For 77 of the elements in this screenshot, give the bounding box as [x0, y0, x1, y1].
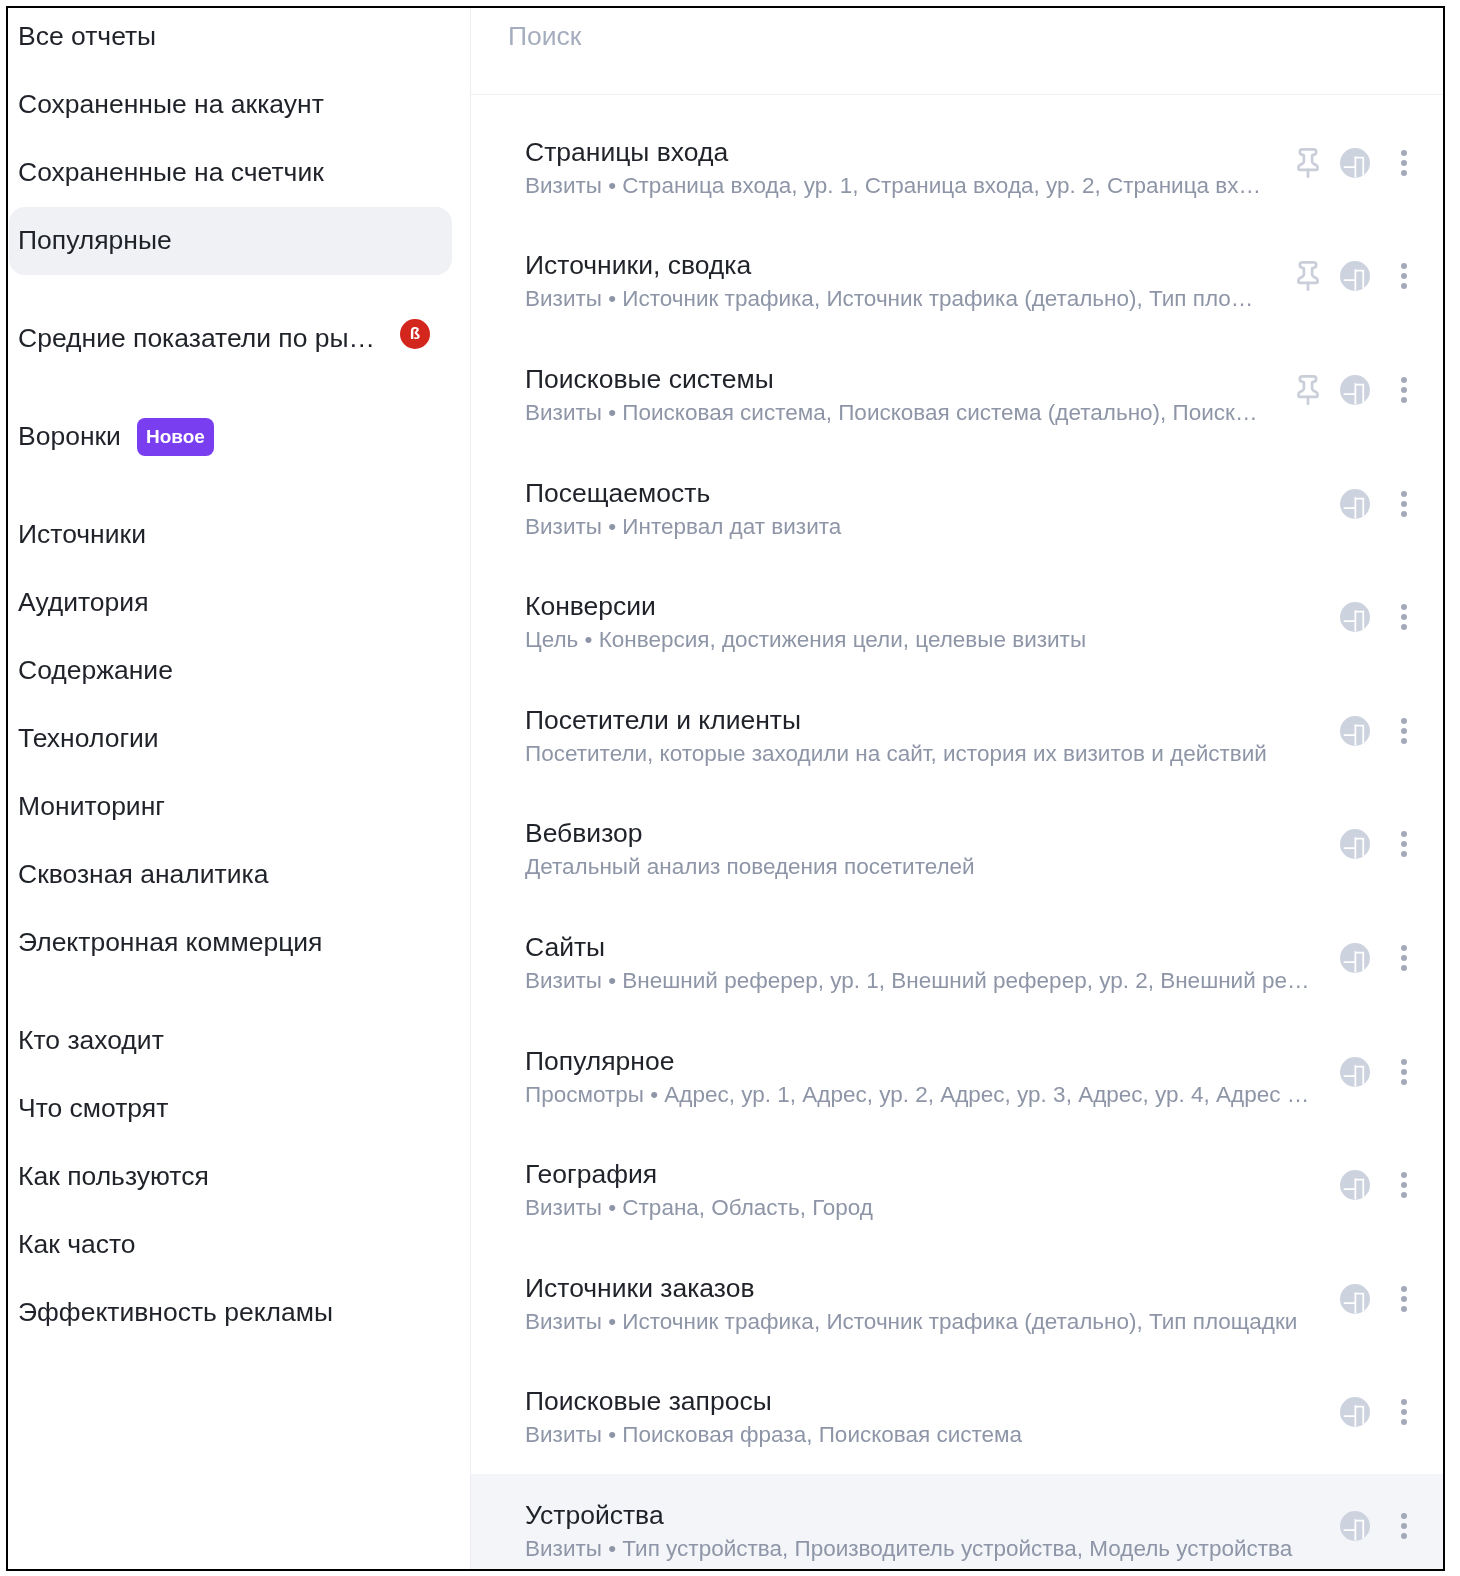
more-vertical-icon[interactable]	[1401, 490, 1407, 517]
report-title: Устройства	[525, 1498, 664, 1531]
chart-icon[interactable]	[1340, 1056, 1370, 1087]
more-vertical-icon[interactable]	[1401, 604, 1407, 631]
report-description: Визиты • Поисковая система, Поисковая система (детально), Поиск…	[525, 399, 1258, 427]
more-vertical-icon[interactable]	[1401, 263, 1407, 290]
more-vertical-icon[interactable]	[1401, 1172, 1407, 1199]
chart-icon[interactable]	[1340, 1510, 1370, 1541]
search-field[interactable]: Поиск	[508, 8, 1423, 64]
chart-icon[interactable]	[1340, 715, 1370, 746]
chart-icon[interactable]	[1340, 942, 1370, 973]
report-title: Страницы входа	[525, 135, 729, 168]
report-description: Цель • Конверсия, достижения цели, целевые визиты	[525, 626, 1087, 655]
more-vertical-icon[interactable]	[1401, 1058, 1407, 1085]
sidebar-item[interactable]: Воронки Новое	[9, 403, 452, 471]
report-title: Вебвизор	[525, 817, 643, 850]
sidebar-item[interactable]: Источники	[9, 501, 452, 569]
sidebar-item[interactable]: Как часто	[9, 1211, 452, 1279]
chart-icon[interactable]	[1340, 1283, 1370, 1314]
pin-icon[interactable]	[1294, 261, 1322, 292]
sidebar-item[interactable]: Технологии	[9, 705, 452, 773]
report-description: Посетители, которые заходили на сайт, история их визитов и действий	[525, 739, 1267, 768]
report-title: Популярное	[525, 1044, 675, 1077]
sidebar-item[interactable]: Как пользуются	[9, 1143, 452, 1211]
report-title: Сайты	[525, 930, 606, 963]
report-description: Визиты • Интервал дат визита	[525, 512, 842, 541]
sidebar-item[interactable]: Электронная коммерция	[9, 909, 452, 977]
sidebar-item[interactable]: Аудитория	[9, 569, 452, 637]
more-vertical-icon[interactable]	[1401, 944, 1407, 971]
sidebar-item[interactable]: Сохраненные на аккаунт	[9, 71, 452, 139]
chart-icon[interactable]	[1340, 1397, 1370, 1428]
report-description: Визиты • Страница входа, ур. 1, Страница входа, ур. 2, Страница вх…	[525, 171, 1261, 200]
report-title: Источники заказов	[525, 1271, 755, 1304]
chart-icon[interactable]	[1340, 261, 1370, 292]
chart-icon[interactable]	[1340, 147, 1370, 178]
sidebar-item[interactable]: Сохраненные на счетчик	[9, 139, 452, 207]
more-vertical-icon[interactable]	[1401, 377, 1407, 403]
report-title: Поисковые системы	[525, 363, 774, 395]
more-vertical-icon[interactable]	[1401, 149, 1407, 176]
pin-icon[interactable]	[1294, 147, 1322, 178]
sidebar-item[interactable]: Мониторинг	[9, 773, 452, 841]
chart-icon[interactable]	[1340, 829, 1370, 860]
more-vertical-icon[interactable]	[1401, 1399, 1407, 1426]
report-description: Визиты • Страна, Область, Город	[525, 1194, 873, 1223]
chart-icon[interactable]	[1340, 488, 1370, 519]
report-description: Визиты • Источник трафика, Источник трафика (детально), Тип площадки	[525, 1307, 1298, 1336]
sidebar-item[interactable]: Что смотрят	[9, 1075, 452, 1143]
chart-icon[interactable]	[1340, 602, 1370, 633]
report-description: Детальный анализ поведения посетителей	[525, 853, 975, 882]
report-title: Посетители и клиенты	[525, 703, 802, 736]
more-vertical-icon[interactable]	[1401, 1512, 1407, 1539]
sidebar-item[interactable]: Эффективность рекламы	[9, 1279, 452, 1347]
chart-icon[interactable]	[1340, 1170, 1370, 1201]
more-vertical-icon[interactable]	[1401, 1285, 1407, 1312]
report-description: Визиты • Поисковая фраза, Поисковая система	[525, 1421, 1023, 1450]
report-title: Посещаемость	[525, 476, 711, 509]
sidebar-item[interactable]: Популярные	[9, 207, 452, 275]
report-description: Визиты • Внешний реферер, ур. 1, Внешний реферер, ур. 2, Внешний ре…	[525, 966, 1310, 995]
sidebar-item[interactable]: Все отчеты	[9, 8, 452, 71]
more-vertical-icon[interactable]	[1401, 717, 1407, 744]
sidebar-item[interactable]: Сквозная аналитика	[9, 841, 452, 909]
sidebar-item[interactable]: Кто заходит	[9, 1007, 452, 1075]
report-title: Источники, сводка	[525, 249, 752, 282]
pin-icon[interactable]	[1294, 375, 1322, 405]
report-description: Визиты • Источник трафика, Источник трафика (детально), Тип пло…	[525, 285, 1254, 314]
report-title: Поисковые запросы	[525, 1385, 772, 1418]
report-description: Просмотры • Адрес, ур. 1, Адрес, ур. 2, Адрес, ур. 3, Адрес, ур. 4, Адрес …	[525, 1080, 1310, 1109]
beta-badge: ß	[400, 319, 430, 349]
new-badge: Новое	[136, 418, 214, 456]
report-title: Конверсии	[525, 590, 656, 623]
more-vertical-icon[interactable]	[1401, 831, 1407, 858]
report-description: Визиты • Тип устройства, Производитель устройства, Модель устройства	[525, 1534, 1293, 1563]
chart-icon[interactable]	[1340, 375, 1370, 405]
report-title: География	[525, 1158, 658, 1191]
sidebar-item[interactable]: Содержание	[9, 637, 452, 705]
sidebar-item[interactable]: Средние показатели по ры… ß	[9, 305, 452, 373]
report-item[interactable]: Устройства Визиты • Тип устройства, Производитель устройства, Модель устройства	[471, 1474, 1443, 1569]
